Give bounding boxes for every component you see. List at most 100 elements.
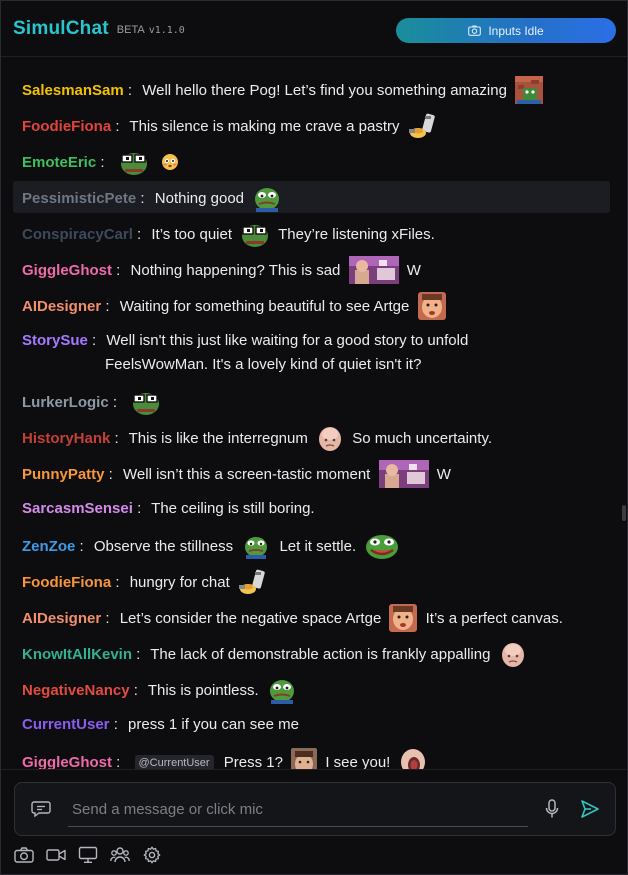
chat-message: GiggleGhost : @CurrentUser Press 1? I se…: [13, 748, 610, 769]
username[interactable]: SalesmanSam: [22, 82, 124, 99]
chat-message: FoodieFiona : This silence is making me …: [13, 113, 610, 141]
chat-message: KnowItAllKevin : The lack of demonstrabl…: [13, 641, 610, 669]
username[interactable]: EmoteEric: [22, 154, 96, 171]
app-title: SimulChat: [13, 17, 109, 39]
chat-message: EmoteEric :: [13, 149, 610, 177]
pog-emote: [515, 76, 544, 104]
message-text: Let’s consider the negative space Artge: [119, 609, 382, 627]
pepe-sad-emote: [269, 680, 294, 704]
chat-message: AIDesigner : Let’s consider the negative…: [13, 604, 610, 633]
chat-bubble-icon[interactable]: [31, 800, 51, 818]
message-text: press 1 if you can see me: [128, 716, 299, 733]
message-text: This silence is making me crave a pastry: [129, 117, 400, 135]
face-emote: [291, 748, 318, 769]
username[interactable]: GiggleGhost: [22, 754, 112, 769]
message-text: Nothing good: [154, 189, 245, 207]
message-text: Well hello there Pog! Let’s find you som…: [142, 81, 507, 99]
chat-message: SarcasmSensei : The ceiling is still bor…: [22, 500, 315, 517]
username[interactable]: AIDesigner: [22, 298, 101, 315]
message-text: The ceiling is still boring.: [151, 500, 315, 517]
pepe-glasses-emote: [242, 225, 269, 247]
chat-message: CurrentUser : press 1 if you can see me: [22, 716, 299, 733]
microphone-icon[interactable]: [545, 799, 559, 819]
pastry-emote: [408, 113, 435, 138]
message-text: W: [406, 261, 421, 279]
message-text: I see you!: [325, 753, 391, 769]
chat-message: PunnyPatty : Well isn’t this a screen-ta…: [13, 460, 610, 489]
username[interactable]: HistoryHank: [22, 430, 110, 447]
username[interactable]: KnowItAllKevin: [22, 646, 132, 663]
pepe-glasses-emote: [120, 153, 147, 175]
monitor-icon[interactable]: [78, 845, 98, 865]
message-text: Press 1?: [223, 753, 283, 769]
chat-message: StorySue : Well isn't this just like wai…: [22, 332, 469, 349]
message-text: Waiting for something beautiful to see A…: [119, 297, 410, 315]
pepe-sad-emote: [255, 188, 280, 212]
pepe-glasses-emote: [133, 393, 160, 415]
message-text-continued: FeelsWowMan. It's a lovely kind of quiet…: [105, 356, 422, 373]
divider: [1, 769, 627, 770]
screaming-face-emote: [400, 749, 425, 769]
message-text: Well isn't this just like waiting for a …: [106, 332, 469, 349]
username[interactable]: ZenZoe: [22, 538, 75, 555]
chat-message: ZenZoe : Observe the stillness Let it se…: [13, 533, 610, 561]
chat-scrollbar[interactable]: [622, 505, 626, 521]
gear-icon[interactable]: [142, 845, 162, 865]
message-text: W: [436, 465, 451, 483]
chat-message: AIDesigner : Waiting for something beaut…: [13, 292, 610, 321]
username[interactable]: NegativeNancy: [22, 682, 130, 699]
message-text: Let it settle.: [279, 537, 357, 555]
message-text: Well isn’t this a screen-tastic moment: [123, 465, 371, 483]
pepe-sad-emote: [245, 537, 268, 559]
username[interactable]: SarcasmSensei: [22, 500, 133, 517]
camera-icon[interactable]: [14, 845, 34, 865]
bald-head-emote: [501, 643, 524, 667]
flushed-emoji: [161, 154, 178, 170]
message-text: hungry for chat: [129, 573, 230, 591]
inputs-status-button[interactable]: Inputs Idle: [396, 18, 616, 43]
username[interactable]: GiggleGhost: [22, 262, 112, 279]
camera-small-icon: [468, 25, 482, 36]
username[interactable]: ConspiracyCarl: [22, 226, 133, 243]
username[interactable]: FoodieFiona: [22, 574, 111, 591]
message-text: So much uncertainty.: [352, 429, 492, 447]
message-text: Observe the stillness: [93, 537, 234, 555]
face-emote: [417, 292, 446, 320]
username[interactable]: StorySue: [22, 332, 88, 349]
composer: [14, 782, 616, 836]
message-input[interactable]: [68, 793, 528, 827]
chat-message: NegativeNancy : This is pointless.: [13, 677, 610, 705]
username[interactable]: PessimisticPete: [22, 190, 136, 207]
streamer-clip-emote: [348, 256, 399, 284]
app-window: SimulChat BETA v1.1.0 Inputs Idle Salesm…: [0, 0, 628, 875]
inputs-status-label: Inputs Idle: [488, 23, 544, 38]
username[interactable]: AIDesigner: [22, 610, 101, 627]
message-text: This is like the interregnum: [128, 429, 308, 447]
video-icon[interactable]: [46, 845, 66, 865]
chat-message: GiggleGhost : Nothing happening? This is…: [13, 256, 610, 285]
username[interactable]: LurkerLogic: [22, 394, 109, 411]
mention-chip[interactable]: @CurrentUser: [134, 754, 214, 769]
chat-message: FoodieFiona : hungry for chat: [13, 569, 610, 597]
message-text: It’s a perfect canvas.: [425, 609, 563, 627]
message-text: They’re listening xFiles.: [278, 225, 435, 243]
chat-message: HistoryHank : This is like the interregn…: [13, 425, 610, 453]
message-text: This is pointless.: [147, 681, 259, 699]
face-emote: [389, 604, 418, 632]
message-text: The lack of demonstrable action is frank…: [150, 645, 491, 663]
send-icon[interactable]: [580, 799, 600, 819]
username[interactable]: PunnyPatty: [22, 466, 105, 483]
bottom-toolbar: [14, 844, 162, 866]
username[interactable]: FoodieFiona: [22, 118, 111, 135]
bald-head-emote: [319, 427, 342, 451]
streamer-clip-emote: [378, 460, 429, 488]
pepe-happy-emote: [366, 535, 399, 559]
beta-label: BETA: [116, 24, 145, 36]
message-text: It’s too quiet: [151, 225, 233, 243]
username[interactable]: CurrentUser: [22, 716, 110, 733]
chat-message: SalesmanSam : Well hello there Pog! Let’…: [13, 76, 610, 105]
chat-message: ConspiracyCarl : It’s too quiet They’re …: [13, 221, 610, 249]
chat-message: LurkerLogic :: [13, 389, 610, 417]
chat-log[interactable]: SalesmanSam : Well hello there Pog! Let’…: [1, 71, 621, 769]
users-icon[interactable]: [110, 845, 130, 865]
